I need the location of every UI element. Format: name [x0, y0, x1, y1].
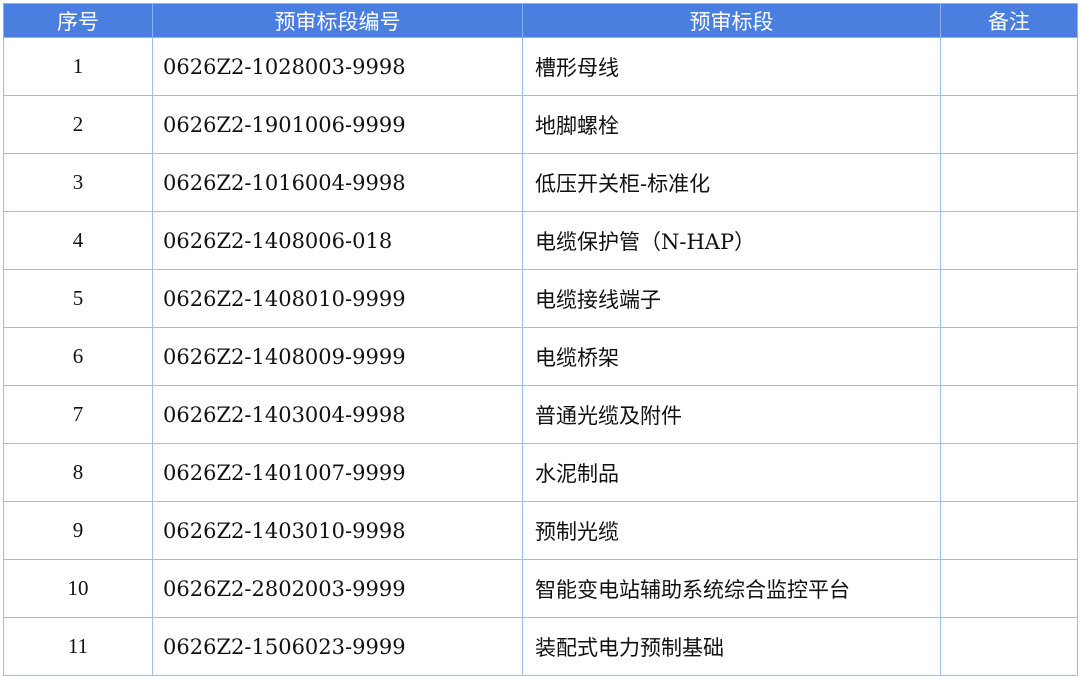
- row-index: 8: [3, 443, 153, 502]
- row-name: 水泥制品: [522, 443, 941, 502]
- row-index: 10: [3, 559, 153, 618]
- row-code: 0626Z2-1408010-9999: [152, 269, 523, 328]
- table-row: 11 0626Z2-1506023-9999 装配式电力预制基础: [3, 617, 1078, 676]
- row-note: [940, 269, 1078, 328]
- row-name: 槽形母线: [522, 37, 941, 96]
- row-note: [940, 385, 1078, 444]
- table-row: 4 0626Z2-1408006-018 电缆保护管（N-HAP）: [3, 211, 1078, 270]
- row-note: [940, 153, 1078, 212]
- table-row: 9 0626Z2-1403010-9998 预制光缆: [3, 501, 1078, 560]
- table-row: 1 0626Z2-1028003-9998 槽形母线: [3, 37, 1078, 96]
- row-name: 电缆接线端子: [522, 269, 941, 328]
- row-index: 3: [3, 153, 153, 212]
- table-row: 6 0626Z2-1408009-9999 电缆桥架: [3, 327, 1078, 386]
- row-code: 0626Z2-1408006-018: [152, 211, 523, 270]
- row-note: [940, 211, 1078, 270]
- row-code: 0626Z2-1408009-9999: [152, 327, 523, 386]
- row-note: [940, 443, 1078, 502]
- row-code: 0626Z2-1401007-9999: [152, 443, 523, 502]
- row-index: 4: [3, 211, 153, 270]
- row-index: 1: [3, 37, 153, 96]
- header-index: 序号: [3, 3, 153, 38]
- table-row: 7 0626Z2-1403004-9998 普通光缆及附件: [3, 385, 1078, 444]
- table-row: 2 0626Z2-1901006-9999 地脚螺栓: [3, 95, 1078, 154]
- row-name: 电缆保护管（N-HAP）: [522, 211, 941, 270]
- row-code: 0626Z2-1403004-9998: [152, 385, 523, 444]
- row-code: 0626Z2-1028003-9998: [152, 37, 523, 96]
- header-code: 预审标段编号: [152, 3, 523, 38]
- row-index: 2: [3, 95, 153, 154]
- row-index: 5: [3, 269, 153, 328]
- row-note: [940, 501, 1078, 560]
- table-body: 1 0626Z2-1028003-9998 槽形母线 2 0626Z2-1901…: [3, 37, 1078, 676]
- row-code: 0626Z2-1016004-9998: [152, 153, 523, 212]
- row-note: [940, 617, 1078, 676]
- row-code: 0626Z2-1506023-9999: [152, 617, 523, 676]
- header-row: 序号 预审标段编号 预审标段 备注: [3, 3, 1078, 38]
- table-row: 8 0626Z2-1401007-9999 水泥制品: [3, 443, 1078, 502]
- row-name: 预制光缆: [522, 501, 941, 560]
- row-index: 9: [3, 501, 153, 560]
- row-name: 智能变电站辅助系统综合监控平台: [522, 559, 941, 618]
- row-note: [940, 95, 1078, 154]
- row-code: 0626Z2-1403010-9998: [152, 501, 523, 560]
- header-name: 预审标段: [522, 3, 941, 38]
- row-name: 普通光缆及附件: [522, 385, 941, 444]
- row-name: 装配式电力预制基础: [522, 617, 941, 676]
- row-index: 6: [3, 327, 153, 386]
- row-index: 11: [3, 617, 153, 676]
- row-note: [940, 327, 1078, 386]
- row-note: [940, 559, 1078, 618]
- bid-section-table: 序号 预审标段编号 预审标段 备注 1 0626Z2-1028003-9998 …: [3, 3, 1078, 676]
- row-code: 0626Z2-2802003-9999: [152, 559, 523, 618]
- table-header: 序号 预审标段编号 预审标段 备注: [3, 3, 1078, 38]
- header-note: 备注: [940, 3, 1078, 38]
- row-name: 低压开关柜-标准化: [522, 153, 941, 212]
- row-code: 0626Z2-1901006-9999: [152, 95, 523, 154]
- row-index: 7: [3, 385, 153, 444]
- row-name: 地脚螺栓: [522, 95, 941, 154]
- table-row: 3 0626Z2-1016004-9998 低压开关柜-标准化: [3, 153, 1078, 212]
- row-name: 电缆桥架: [522, 327, 941, 386]
- row-note: [940, 37, 1078, 96]
- table-row: 5 0626Z2-1408010-9999 电缆接线端子: [3, 269, 1078, 328]
- table-row: 10 0626Z2-2802003-9999 智能变电站辅助系统综合监控平台: [3, 559, 1078, 618]
